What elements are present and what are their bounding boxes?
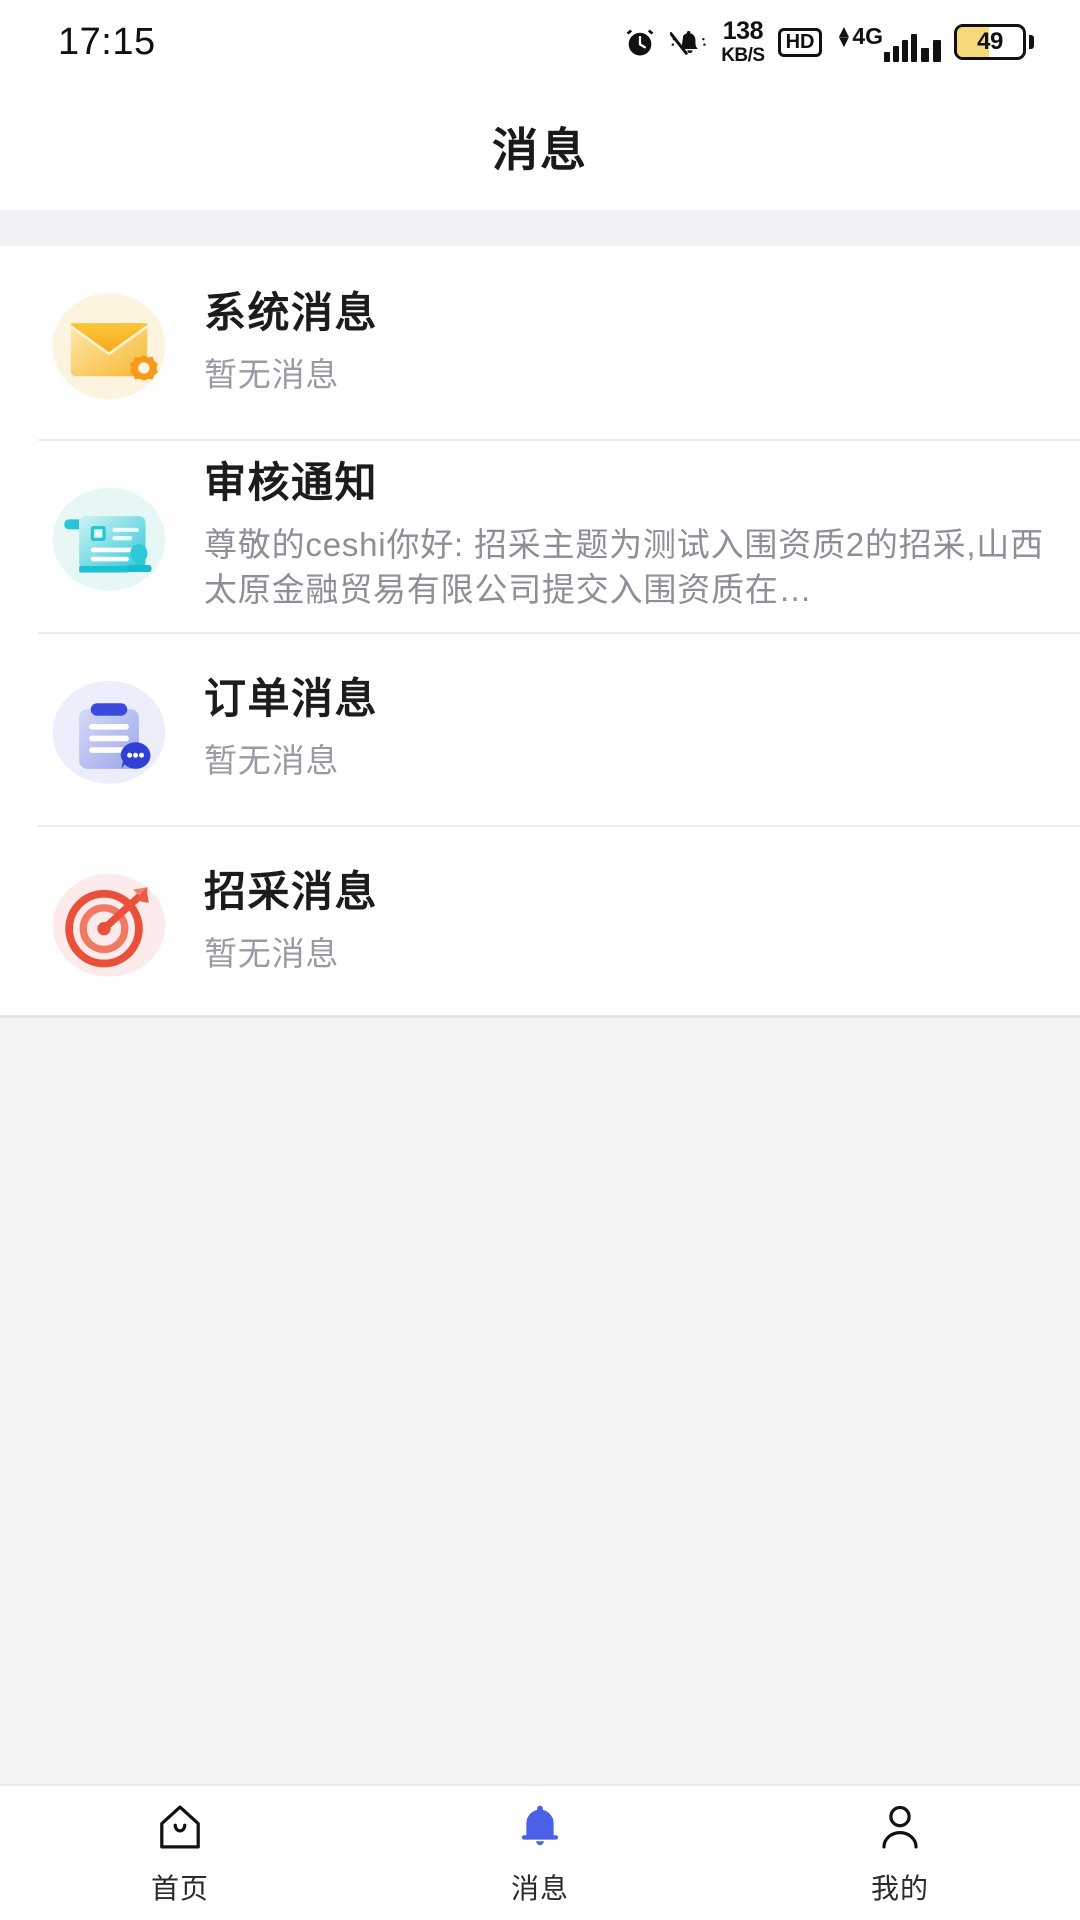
bell-muted-icon <box>670 25 708 59</box>
battery-icon: 49 <box>954 24 1034 60</box>
list-item-texts: 订单消息 暂无消息 <box>192 674 1046 783</box>
list-item[interactable]: 审核通知 尊敬的ceshi你好: 招采主题为测试入围资质2的招采,山西太原金融贸… <box>0 439 1080 632</box>
header-divider-band <box>0 210 1080 246</box>
signal-bars-icon: ▲ ▼ 4G <box>835 23 941 62</box>
status-bar: 17:15 138 KB/S HD ▲ ▼ 4G 49 <box>0 0 1080 84</box>
tab-home[interactable]: 首页 <box>0 1786 360 1920</box>
list-item-title: 系统消息 <box>204 288 379 336</box>
list-item-title: 招采消息 <box>204 867 379 915</box>
bottom-tab-bar: 首页 消息 我的 <box>0 1784 1080 1920</box>
status-clock: 17:15 <box>58 20 156 63</box>
alarm-clock-icon <box>623 25 657 59</box>
network-speed-value: 138 <box>722 17 764 45</box>
signal-strength-bars <box>884 33 917 62</box>
content-filler <box>0 1018 1080 1784</box>
home-icon <box>154 1799 206 1855</box>
document-stamp-icon <box>26 453 192 619</box>
clipboard-chat-icon <box>26 646 192 812</box>
list-item-title: 审核通知 <box>204 459 379 507</box>
data-arrows-icon: ▲ ▼ <box>835 22 853 52</box>
list-item-subtitle: 暂无消息 <box>204 934 340 972</box>
status-icons: 138 KB/S HD ▲ ▼ 4G 49 <box>623 19 1034 65</box>
tab-home-label: 首页 <box>150 1873 209 1904</box>
signal-strength-bars-secondary <box>921 39 941 62</box>
list-item-title: 订单消息 <box>204 674 379 722</box>
list-item-subtitle: 暂无消息 <box>204 741 340 779</box>
list-item[interactable]: 招采消息 暂无消息 <box>0 825 1080 1018</box>
message-list: 系统消息 暂无消息 审核通知 尊敬的ceshi你好: 招采主题为测试入围资质2的… <box>0 246 1080 1018</box>
tab-messages-label: 消息 <box>510 1873 569 1904</box>
tab-profile[interactable]: 我的 <box>720 1786 1080 1920</box>
list-item-texts: 招采消息 暂无消息 <box>192 867 1046 976</box>
network-speed-unit: KB/S <box>721 45 765 66</box>
tab-profile-label: 我的 <box>870 1873 929 1904</box>
target-arrow-icon <box>26 839 192 1005</box>
list-item-subtitle: 暂无消息 <box>204 355 340 393</box>
app-screen: 17:15 138 KB/S HD ▲ ▼ 4G 49 消息 系统消息 暂无消息… <box>0 0 1080 1920</box>
network-speed-indicator: 138 KB/S <box>721 17 765 66</box>
list-item[interactable]: 订单消息 暂无消息 <box>0 632 1080 825</box>
hd-badge-icon: HD <box>777 27 823 57</box>
envelope-gear-icon <box>26 260 192 426</box>
tab-messages[interactable]: 消息 <box>360 1786 720 1920</box>
bell-icon <box>514 1799 566 1855</box>
battery-percent: 49 <box>977 28 1003 55</box>
list-item-subtitle: 尊敬的ceshi你好: 招采主题为测试入围资质2的招采,山西太原金融贸易有限公司… <box>204 525 1044 609</box>
page-header: 消息 <box>0 84 1080 210</box>
list-item-texts: 审核通知 尊敬的ceshi你好: 招采主题为测试入围资质2的招采,山西太原金融贸… <box>192 458 1046 613</box>
person-icon <box>874 1799 926 1855</box>
list-item[interactable]: 系统消息 暂无消息 <box>0 246 1080 439</box>
network-type-label: 4G <box>852 22 883 49</box>
page-title: 消息 <box>492 124 588 176</box>
list-item-texts: 系统消息 暂无消息 <box>192 288 1046 397</box>
